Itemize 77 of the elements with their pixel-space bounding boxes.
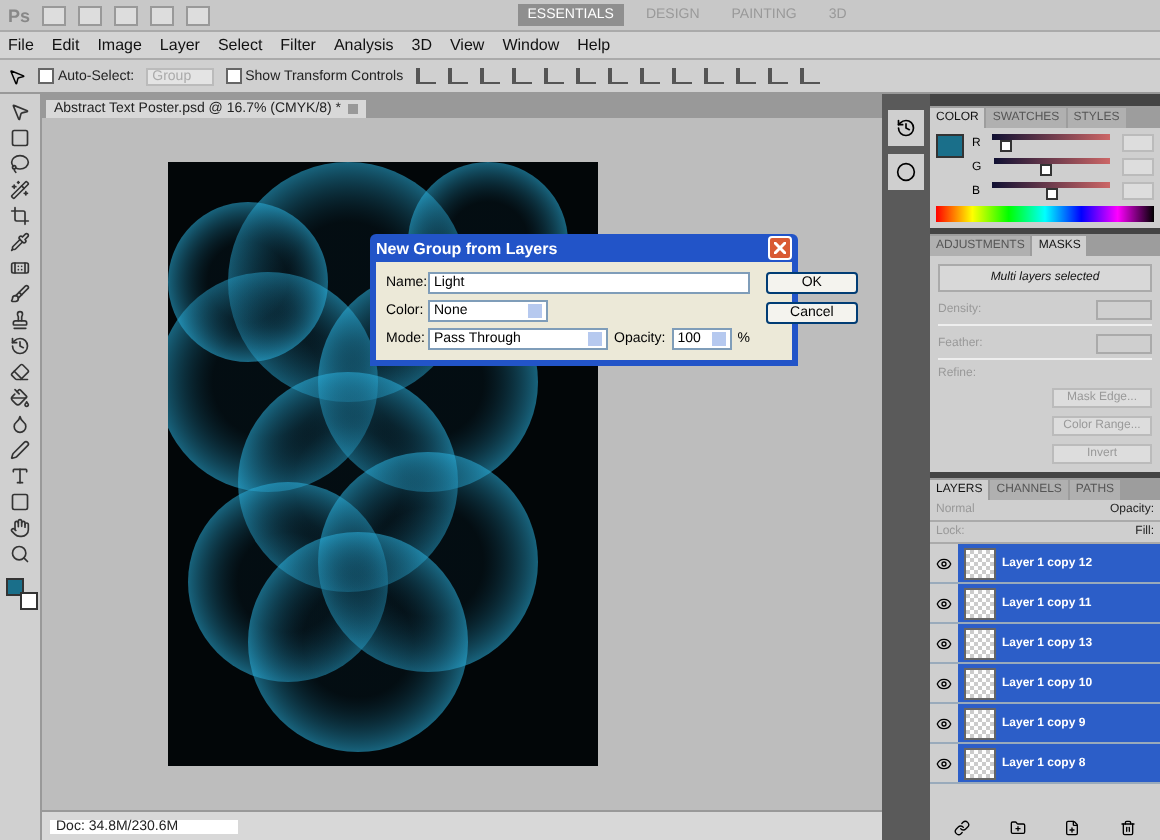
input-field[interactable] — [1096, 334, 1152, 354]
pen-tool-icon[interactable] — [10, 440, 30, 460]
align-icon[interactable] — [639, 68, 660, 84]
layer-thumbnail — [964, 547, 996, 579]
wand-tool-icon[interactable] — [10, 180, 30, 200]
align-icon[interactable] — [799, 68, 820, 84]
zoom-tool-icon[interactable] — [10, 544, 30, 564]
menu-item[interactable]: Analysis — [333, 36, 394, 54]
align-icon[interactable] — [543, 68, 564, 84]
app-logo: Ps — [8, 5, 31, 25]
type-tool-icon[interactable] — [10, 466, 30, 486]
layer-thumbnail — [964, 667, 996, 699]
link-icon[interactable] — [953, 820, 970, 836]
menu-item[interactable]: View — [449, 36, 485, 54]
eye-icon[interactable] — [936, 555, 952, 571]
bandage-tool-icon[interactable] — [10, 258, 30, 278]
align-icon[interactable] — [735, 68, 756, 84]
layer-thumbnail — [964, 627, 996, 659]
eye-icon[interactable] — [936, 595, 952, 611]
marquee-tool-icon[interactable] — [10, 128, 30, 148]
menu-item[interactable]: File — [8, 36, 34, 54]
menu-item[interactable]: Image — [97, 36, 142, 54]
hand-tool-icon[interactable] — [10, 518, 30, 538]
history-panel-icon[interactable] — [888, 110, 924, 146]
value-field[interactable] — [1122, 182, 1154, 200]
new-group-icon[interactable] — [1009, 820, 1026, 836]
eye-icon[interactable] — [936, 755, 952, 771]
crop-tool-icon[interactable] — [10, 206, 30, 226]
slider-thumb[interactable] — [1000, 140, 1013, 152]
menu-item[interactable]: Filter — [280, 36, 316, 54]
checkbox[interactable] — [225, 68, 242, 84]
layer-thumbnail — [964, 747, 996, 779]
menu-item[interactable]: Help — [577, 36, 611, 54]
eye-icon[interactable] — [936, 635, 952, 651]
droplet-tool-icon[interactable] — [10, 414, 30, 434]
brush-tool-icon[interactable] — [10, 284, 30, 304]
eye-icon[interactable] — [936, 675, 952, 691]
slider-thumb[interactable] — [1039, 164, 1052, 176]
bucket-tool-icon[interactable] — [10, 388, 30, 408]
eraser-tool-icon[interactable] — [10, 362, 30, 382]
foreground-swatch[interactable] — [6, 578, 24, 596]
dialog-title: New Group from Layers — [376, 239, 558, 257]
color-slider[interactable] — [986, 134, 1116, 152]
new-layer-icon[interactable] — [1064, 820, 1081, 836]
lasso-tool-icon[interactable] — [10, 154, 30, 174]
eye-icon[interactable] — [936, 715, 952, 731]
checkbox[interactable] — [38, 68, 54, 84]
layer-thumbnail — [964, 707, 996, 739]
menu-item[interactable]: Select — [217, 36, 263, 54]
background-swatch[interactable] — [20, 592, 38, 610]
menu-item[interactable]: Window — [502, 36, 560, 54]
value-field[interactable] — [1122, 134, 1154, 152]
input-field[interactable] — [1096, 300, 1152, 320]
align-icon[interactable] — [703, 68, 724, 84]
menu-item[interactable]: 3D — [411, 36, 432, 54]
align-icon[interactable] — [607, 68, 628, 84]
align-icon[interactable] — [767, 68, 788, 84]
menu-item[interactable]: Layer — [159, 36, 200, 54]
history-brush-icon[interactable] — [10, 336, 30, 356]
color-spectrum[interactable] — [936, 206, 1154, 222]
trash-icon[interactable] — [1120, 820, 1137, 836]
align-icon[interactable] — [511, 68, 532, 84]
value-field[interactable] — [1122, 158, 1154, 176]
align-icon[interactable] — [671, 68, 692, 84]
color-slider[interactable] — [986, 182, 1116, 200]
align-icon[interactable] — [415, 68, 436, 84]
stamp-tool-icon[interactable] — [10, 310, 30, 330]
slider-thumb[interactable] — [1045, 188, 1057, 200]
actions-panel-icon[interactable] — [888, 154, 924, 190]
align-icon[interactable] — [479, 68, 500, 84]
shape-tool-icon[interactable] — [10, 492, 30, 512]
layer-thumbnail — [964, 587, 996, 619]
align-icon[interactable] — [447, 68, 468, 84]
eyedropper-tool-icon[interactable] — [10, 232, 30, 252]
color-swatch[interactable] — [936, 134, 964, 158]
align-icon[interactable] — [575, 68, 596, 84]
menu-item[interactable]: Edit — [51, 36, 80, 54]
